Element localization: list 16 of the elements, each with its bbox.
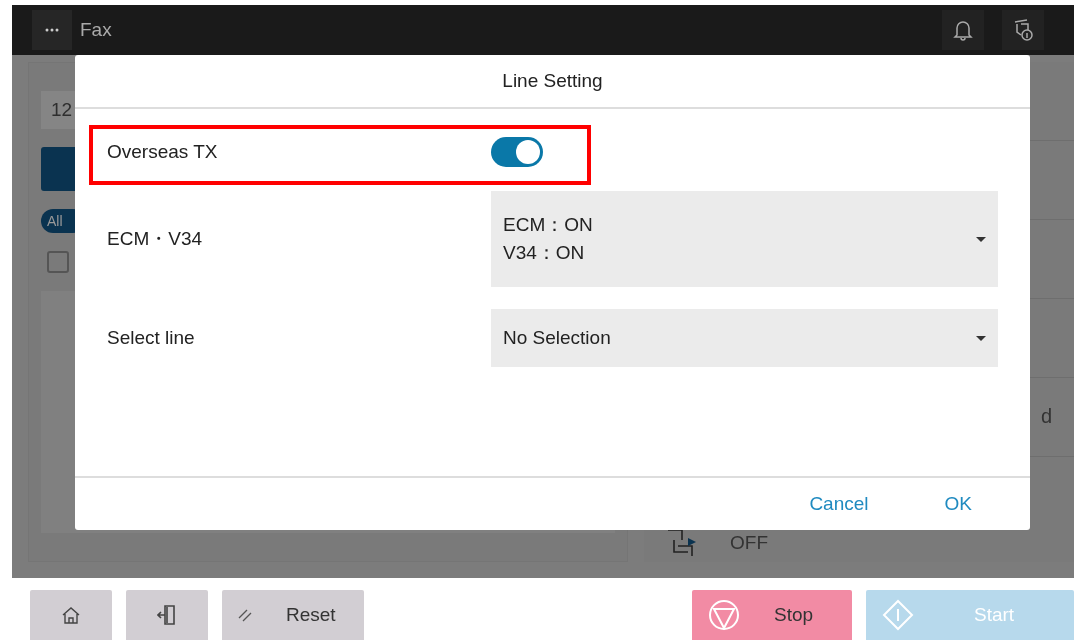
dropdown-value: ECM：ON bbox=[503, 213, 593, 237]
reset-button[interactable]: Reset bbox=[222, 590, 364, 640]
stop-button[interactable]: Stop bbox=[692, 590, 852, 640]
status-text: OFF bbox=[730, 532, 768, 555]
dropdown[interactable]: ECM：ON V34：ON bbox=[491, 191, 998, 287]
dialog-button[interactable]: Cancel bbox=[801, 489, 877, 519]
setting-label: ECM・V34 bbox=[107, 227, 204, 251]
setting-label: Overseas TX bbox=[107, 141, 219, 163]
dialog-button[interactable]: OK bbox=[936, 489, 980, 519]
dropdown-value: V34：ON bbox=[503, 241, 586, 265]
dropdown-value: No Selection bbox=[503, 326, 611, 350]
setting-label: Select line bbox=[107, 327, 196, 349]
dialog-title: Line Setting bbox=[75, 55, 1030, 109]
setting-text: d bbox=[1040, 405, 1052, 429]
screen-title: Fax bbox=[80, 19, 112, 41]
dropdown[interactable]: No Selection bbox=[491, 309, 998, 367]
